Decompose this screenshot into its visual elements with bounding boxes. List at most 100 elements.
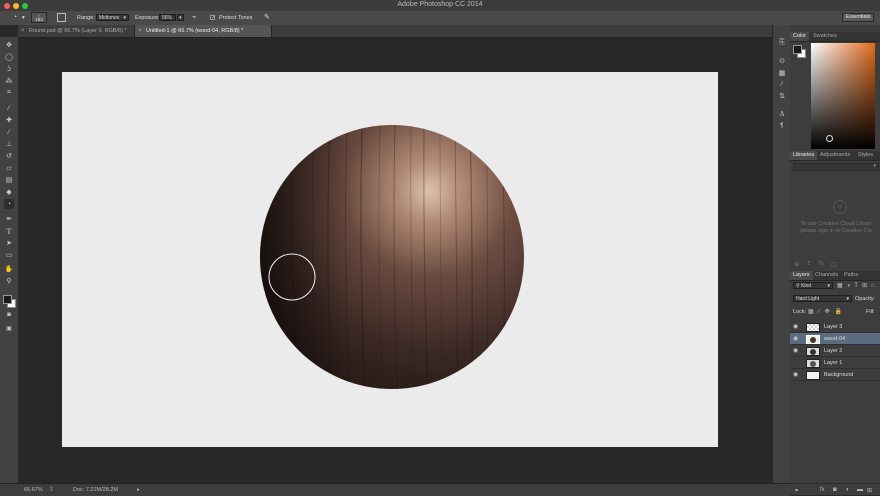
wood-sphere-artwork (260, 125, 524, 389)
layer-name: Layer 3 (824, 324, 843, 330)
adjust-panel-icon[interactable]: ⇅ (777, 91, 787, 101)
chevron-down-icon: ▾ (123, 14, 126, 21)
dodge-tool-preset-icon[interactable]: ◔ (9, 13, 21, 22)
tab-untitled-1[interactable]: × Untitled-1 @ 66.7% (wood-04, RGB/8) * (135, 25, 272, 37)
brush-panel-toggle-icon[interactable] (57, 13, 66, 22)
gradient-tool-icon[interactable]: ▤ (4, 175, 14, 185)
marquee-tool-icon[interactable]: ◯ (4, 52, 14, 62)
checkmark-icon: ✓ (211, 14, 216, 21)
layer-filter-icons[interactable]: ▦◑T⊞⌂ (837, 282, 879, 289)
layer-row-layer-1[interactable]: Layer 1 (790, 357, 880, 369)
magic-wand-icon[interactable]: ⁂ (4, 76, 14, 86)
protect-tones-checkbox[interactable]: ✓ (210, 14, 216, 21)
tab-round-psd[interactable]: × Round.psd @ 66.7% (Layer 9, RGB/8) * (18, 25, 135, 37)
opacity-label: Opacity: (855, 296, 876, 302)
path-selection-icon[interactable]: ➤ (4, 238, 14, 248)
adjustment-layer-icon[interactable]: ◑ (845, 487, 849, 493)
exposure-slider-toggle[interactable]: ▾ (177, 13, 184, 21)
layer-mask-icon[interactable]: ◙ (833, 487, 837, 493)
layer-row-wood-04[interactable]: ◉ wood-04 (790, 333, 880, 345)
healing-brush-icon[interactable]: ✚ (4, 115, 14, 125)
zoom-level[interactable]: 66.67% (24, 487, 43, 493)
eye-icon[interactable]: ◉ (793, 348, 798, 354)
eye-icon[interactable]: ◉ (793, 324, 798, 330)
paragraph-panel-icon[interactable]: ¶ (777, 121, 787, 131)
layer-thumbnail (806, 334, 820, 344)
lock-icons[interactable]: ▦∕✥🔒 (808, 308, 847, 315)
link-layers-icon[interactable]: ⚭ (794, 487, 799, 494)
tab-styles[interactable]: Styles (855, 151, 876, 160)
move-tool-icon[interactable]: ✥ (4, 40, 14, 50)
color-picker-cursor[interactable] (826, 135, 833, 142)
panel-foreground-swatch-top[interactable] (793, 45, 802, 54)
eye-hidden-icon[interactable] (793, 360, 799, 366)
quick-mask-icon[interactable]: ◙ (4, 310, 14, 320)
library-add-graphic-icon[interactable]: ⊕ (794, 261, 799, 268)
tab-swatches[interactable]: Swatches (810, 32, 840, 41)
history-panel-icon[interactable]: ⎘ (777, 38, 787, 48)
chevron-down-icon: ▾ (846, 296, 849, 302)
pen-tool-icon[interactable]: ✒ (4, 214, 14, 224)
chevron-down-icon: ▾ (873, 163, 876, 169)
tab-paths[interactable]: Paths (841, 271, 861, 280)
range-label: Range: (77, 14, 95, 21)
properties-panel-icon[interactable]: ▦ (777, 68, 787, 78)
tab-color[interactable]: Color (790, 32, 810, 41)
range-select[interactable]: Midtones ▾ (96, 13, 129, 21)
protect-tones-label: Protect Tones (219, 14, 253, 21)
brush-preset-picker[interactable]: • 193 (31, 12, 47, 23)
tab-adjustments[interactable]: Adjustments (817, 151, 853, 160)
eye-icon[interactable]: ◉ (793, 372, 798, 378)
foreground-color-swatch-top[interactable] (3, 295, 12, 304)
hand-tool-icon[interactable]: ✋ (4, 264, 14, 274)
screen-mode-icon[interactable]: ▣ (4, 323, 14, 333)
workspace-switcher-button[interactable]: Essentials (842, 13, 874, 22)
wood-sphere-thumb (810, 336, 816, 343)
fill-label: Fill: (866, 309, 875, 315)
document-canvas[interactable] (62, 72, 718, 447)
library-add-color-icon[interactable]: ▢ (831, 261, 837, 268)
dodge-tool-icon[interactable]: ◔ (4, 199, 14, 209)
new-layer-icon[interactable]: ⊞ (867, 487, 872, 494)
eyedropper-icon[interactable]: ⁄ (4, 103, 14, 113)
lasso-tool-icon[interactable]: ʖ (4, 64, 14, 74)
layer-row-layer-3[interactable]: ◉ Layer 3 (790, 321, 880, 333)
blend-mode-select[interactable]: Hard Light ▾ (793, 295, 852, 302)
new-group-icon[interactable]: ▬ (857, 487, 863, 493)
preset-dropdown-arrow-icon[interactable]: ▾ (22, 15, 25, 21)
character-panel-icon[interactable]: A (777, 109, 787, 119)
layer-row-layer-2[interactable]: ◉ Layer 2 (790, 345, 880, 357)
eye-icon[interactable]: ◉ (793, 336, 798, 342)
close-tab-icon[interactable]: × (21, 25, 25, 37)
tab-layers[interactable]: Layers (790, 271, 813, 280)
layer-kind-filter[interactable]: ⚲ Kind ▾ (793, 282, 833, 289)
exposure-input[interactable]: 56% (159, 13, 176, 21)
rectangle-tool-icon[interactable]: ▭ (4, 250, 14, 260)
tab-libraries[interactable]: Libraries (790, 151, 818, 160)
layer-style-icon[interactable]: fx (820, 487, 825, 493)
blur-tool-icon[interactable]: ◆ (4, 187, 14, 197)
eraser-tool-icon[interactable]: ▱ (4, 163, 14, 173)
airbrush-icon[interactable]: ⌁ (192, 13, 196, 21)
brush-panel-icon[interactable]: ∕ (777, 79, 787, 89)
status-menu-arrow-icon[interactable]: ▸ (137, 487, 140, 493)
library-select[interactable]: ▾ (793, 163, 879, 171)
library-add-text-icon[interactable]: T (807, 261, 811, 267)
library-add-style-icon[interactable]: fx (819, 261, 824, 267)
layer-row-background[interactable]: ◉ Background (790, 369, 880, 381)
document-tab-bar: × Round.psd @ 66.7% (Layer 9, RGB/8) * × U… (18, 25, 772, 38)
share-icon[interactable]: ⇪ (49, 486, 54, 493)
lock-label: Lock: (793, 309, 807, 315)
color-picker-field[interactable] (811, 43, 875, 149)
clone-stamp-icon[interactable]: ⊥ (4, 139, 14, 149)
kind-filter-value: Kind (801, 283, 812, 289)
zoom-tool-icon[interactable]: ⚲ (4, 276, 14, 286)
tab-channels[interactable]: Channels (812, 271, 841, 280)
close-tab-icon[interactable]: × (138, 25, 142, 37)
pressure-size-icon[interactable]: ✎ (264, 13, 270, 21)
type-tool-icon[interactable]: T (4, 226, 14, 236)
history-brush-icon[interactable]: ↺ (4, 151, 14, 161)
crop-tool-icon[interactable]: ⌗ (4, 88, 14, 98)
brush-tool-icon[interactable]: ∕ (4, 127, 14, 137)
actions-panel-icon[interactable]: ⊙ (777, 56, 787, 66)
